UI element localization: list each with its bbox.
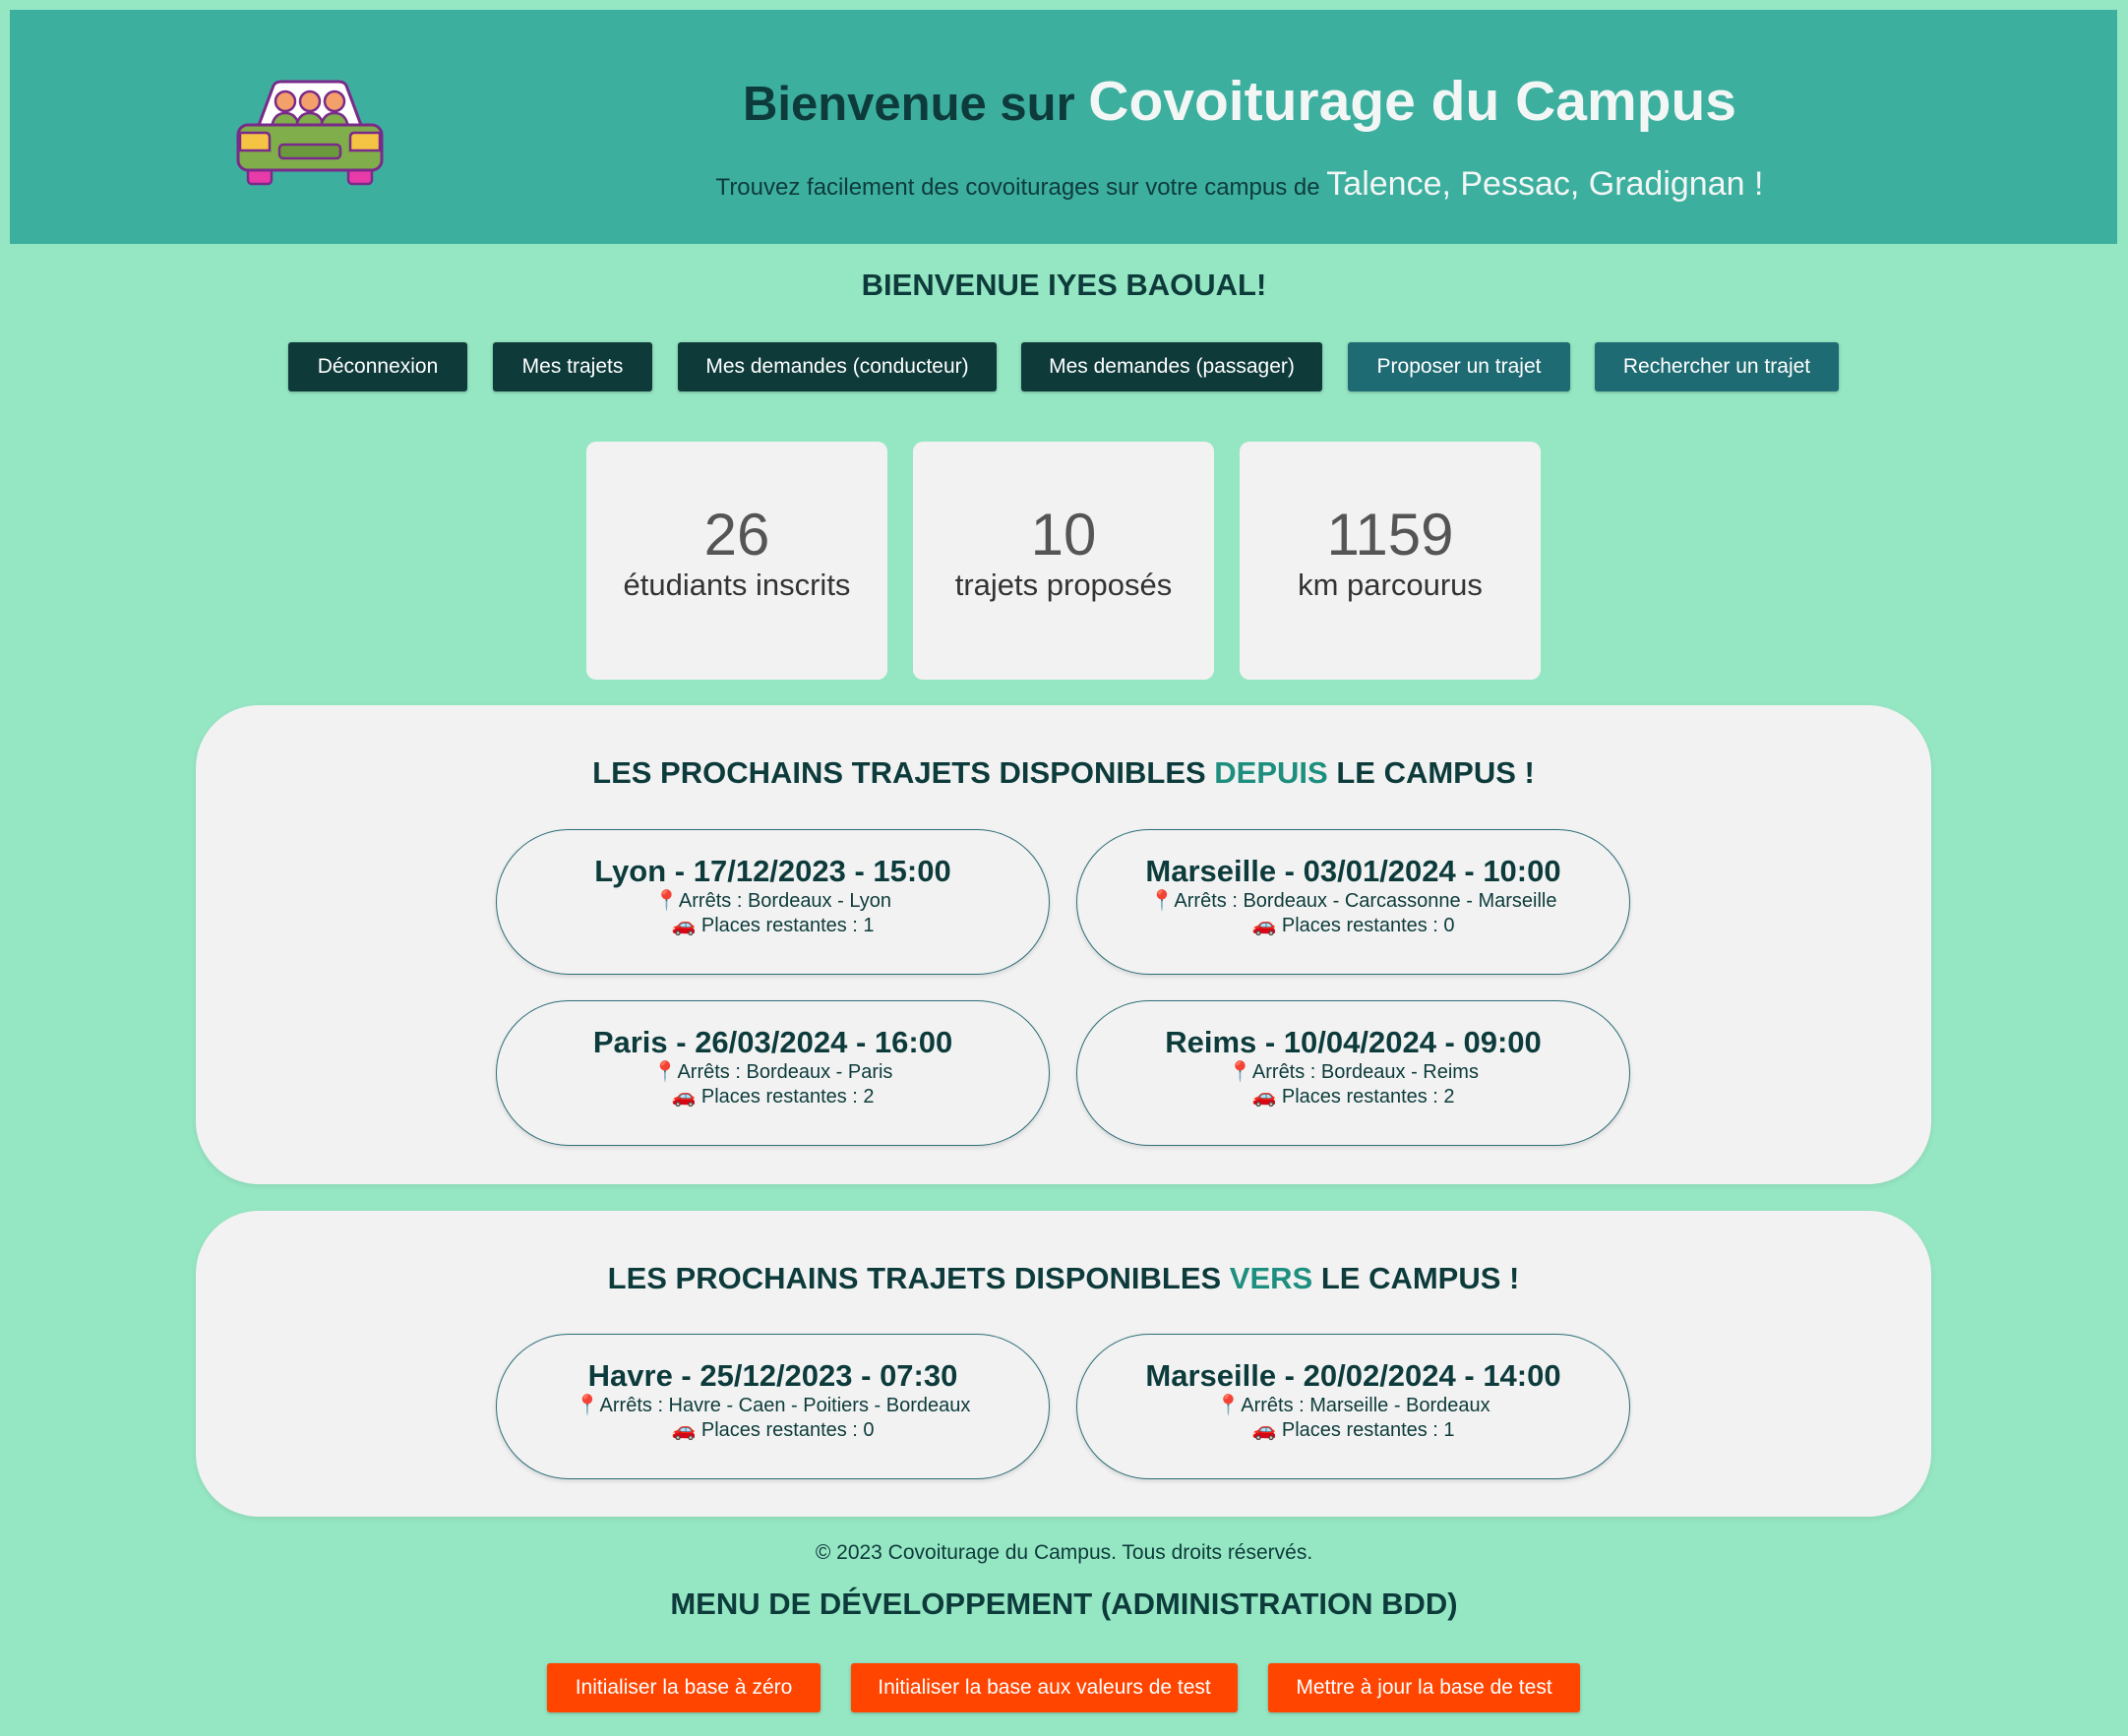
reset-db-button[interactable]: Initialiser la base à zéro bbox=[547, 1663, 821, 1712]
panel-title-after: LE CAMPUS ! bbox=[1320, 1261, 1520, 1295]
stat-card-trips: 10 trajets proposés bbox=[913, 442, 1214, 680]
trip-title: Paris - 26/03/2024 - 16:00 bbox=[592, 1025, 953, 1059]
driver-requests-button[interactable]: Mes demandes (conducteur) bbox=[678, 342, 997, 391]
trip-stops: 📍Arrêts : Havre - Caen - Poitiers - Bord… bbox=[575, 1395, 971, 1416]
trip-title: Marseille - 20/02/2024 - 14:00 bbox=[1145, 1358, 1561, 1393]
to-campus-title: LES PROCHAINS TRAJETS DISPONIBLES VERS L… bbox=[196, 1261, 1931, 1296]
site-title-prefix: Bienvenue sur bbox=[742, 78, 1075, 131]
site-subtitle-prefix: Trouvez facilement des covoiturages sur … bbox=[715, 174, 1320, 201]
passenger-requests-button[interactable]: Mes demandes (passager) bbox=[1021, 342, 1322, 391]
stat-value: 26 bbox=[703, 502, 770, 568]
trip-card[interactable]: Marseille - 20/02/2024 - 14:00 📍Arrêts :… bbox=[1076, 1334, 1630, 1479]
trip-stops: 📍Arrêts : Marseille - Bordeaux bbox=[1216, 1395, 1490, 1416]
campus-cities: Talence, Pessac, Gradignan ! bbox=[1326, 165, 1764, 203]
search-trip-button[interactable]: Rechercher un trajet bbox=[1595, 342, 1839, 391]
init-test-db-button[interactable]: Initialiser la base aux valeurs de test bbox=[851, 1663, 1238, 1712]
trip-seats: 🚗 Places restantes : 1 bbox=[1251, 1419, 1455, 1441]
trip-card[interactable]: Reims - 10/04/2024 - 09:00 📍Arrêts : Bor… bbox=[1076, 1000, 1630, 1146]
trip-stops: 📍Arrêts : Bordeaux - Lyon bbox=[654, 890, 891, 912]
welcome-message: BIENVENUE IYES BAOUAL! bbox=[861, 268, 1267, 302]
to-campus-panel: LES PROCHAINS TRAJETS DISPONIBLES VERS L… bbox=[196, 1211, 1931, 1517]
stat-label: km parcourus bbox=[1298, 568, 1483, 602]
trip-seats: 🚗 Places restantes : 0 bbox=[1251, 915, 1455, 936]
trip-seats: 🚗 Places restantes : 2 bbox=[1251, 1086, 1455, 1107]
panel-title-after: LE CAMPUS ! bbox=[1336, 755, 1535, 790]
footer-copyright: © 2023 Covoiturage du Campus. Tous droit… bbox=[815, 1541, 1313, 1564]
trip-seats: 🚗 Places restantes : 1 bbox=[671, 915, 875, 936]
trip-stops: 📍Arrêts : Bordeaux - Carcassonne - Marse… bbox=[1149, 890, 1557, 912]
propose-trip-button[interactable]: Proposer un trajet bbox=[1348, 342, 1570, 391]
my-trips-button[interactable]: Mes trajets bbox=[493, 342, 652, 391]
site-subtitle: Trouvez facilement des covoiturages sur … bbox=[600, 165, 1879, 204]
logout-button[interactable]: Déconnexion bbox=[288, 342, 467, 391]
trip-seats: 🚗 Places restantes : 2 bbox=[671, 1086, 875, 1107]
trip-card[interactable]: Lyon - 17/12/2023 - 15:00 📍Arrêts : Bord… bbox=[496, 829, 1050, 975]
panel-title-before: LES PROCHAINS TRAJETS DISPONIBLES bbox=[607, 1261, 1222, 1295]
panel-title-before: LES PROCHAINS TRAJETS DISPONIBLES bbox=[592, 755, 1206, 790]
trip-seats: 🚗 Places restantes : 0 bbox=[671, 1419, 875, 1441]
dev-menu-title: MENU DE DÉVELOPPEMENT (ADMINISTRATION BD… bbox=[670, 1586, 1458, 1621]
stat-value: 1159 bbox=[1326, 502, 1454, 568]
trip-title: Havre - 25/12/2023 - 07:30 bbox=[587, 1358, 958, 1393]
stat-label: trajets proposés bbox=[954, 568, 1173, 602]
site-header: Bienvenue sur Covoiturage du Campus Trou… bbox=[10, 10, 2117, 244]
trip-stops: 📍Arrêts : Bordeaux - Reims bbox=[1228, 1061, 1479, 1083]
trip-card[interactable]: Havre - 25/12/2023 - 07:30 📍Arrêts : Hav… bbox=[496, 1334, 1050, 1479]
site-title: Bienvenue sur Covoiturage du Campus bbox=[600, 69, 1879, 134]
panel-title-accent: DEPUIS bbox=[1214, 755, 1328, 790]
from-campus-title: LES PROCHAINS TRAJETS DISPONIBLES DEPUIS… bbox=[196, 755, 1931, 791]
stat-card-km: 1159 km parcourus bbox=[1240, 442, 1541, 680]
stat-value: 10 bbox=[1030, 502, 1097, 568]
brand-name: Covoiturage du Campus bbox=[1088, 70, 1737, 133]
trip-title: Marseille - 03/01/2024 - 10:00 bbox=[1145, 854, 1561, 888]
trip-card[interactable]: Marseille - 03/01/2024 - 10:00 📍Arrêts :… bbox=[1076, 829, 1630, 975]
panel-title-accent: VERS bbox=[1229, 1261, 1313, 1295]
trip-title: Lyon - 17/12/2023 - 15:00 bbox=[594, 854, 951, 888]
from-campus-panel: LES PROCHAINS TRAJETS DISPONIBLES DEPUIS… bbox=[196, 705, 1931, 1184]
trip-stops: 📍Arrêts : Bordeaux - Paris bbox=[652, 1061, 893, 1083]
trip-title: Reims - 10/04/2024 - 09:00 bbox=[1165, 1025, 1542, 1059]
main-nav: Déconnexion Mes trajets Mes demandes (co… bbox=[0, 342, 2128, 391]
car-with-passengers-icon bbox=[236, 80, 384, 186]
trip-card[interactable]: Paris - 26/03/2024 - 16:00 📍Arrêts : Bor… bbox=[496, 1000, 1050, 1146]
stat-label: étudiants inscrits bbox=[623, 568, 851, 602]
update-test-db-button[interactable]: Mettre à jour la base de test bbox=[1268, 1663, 1580, 1712]
stat-card-students: 26 étudiants inscrits bbox=[586, 442, 887, 680]
